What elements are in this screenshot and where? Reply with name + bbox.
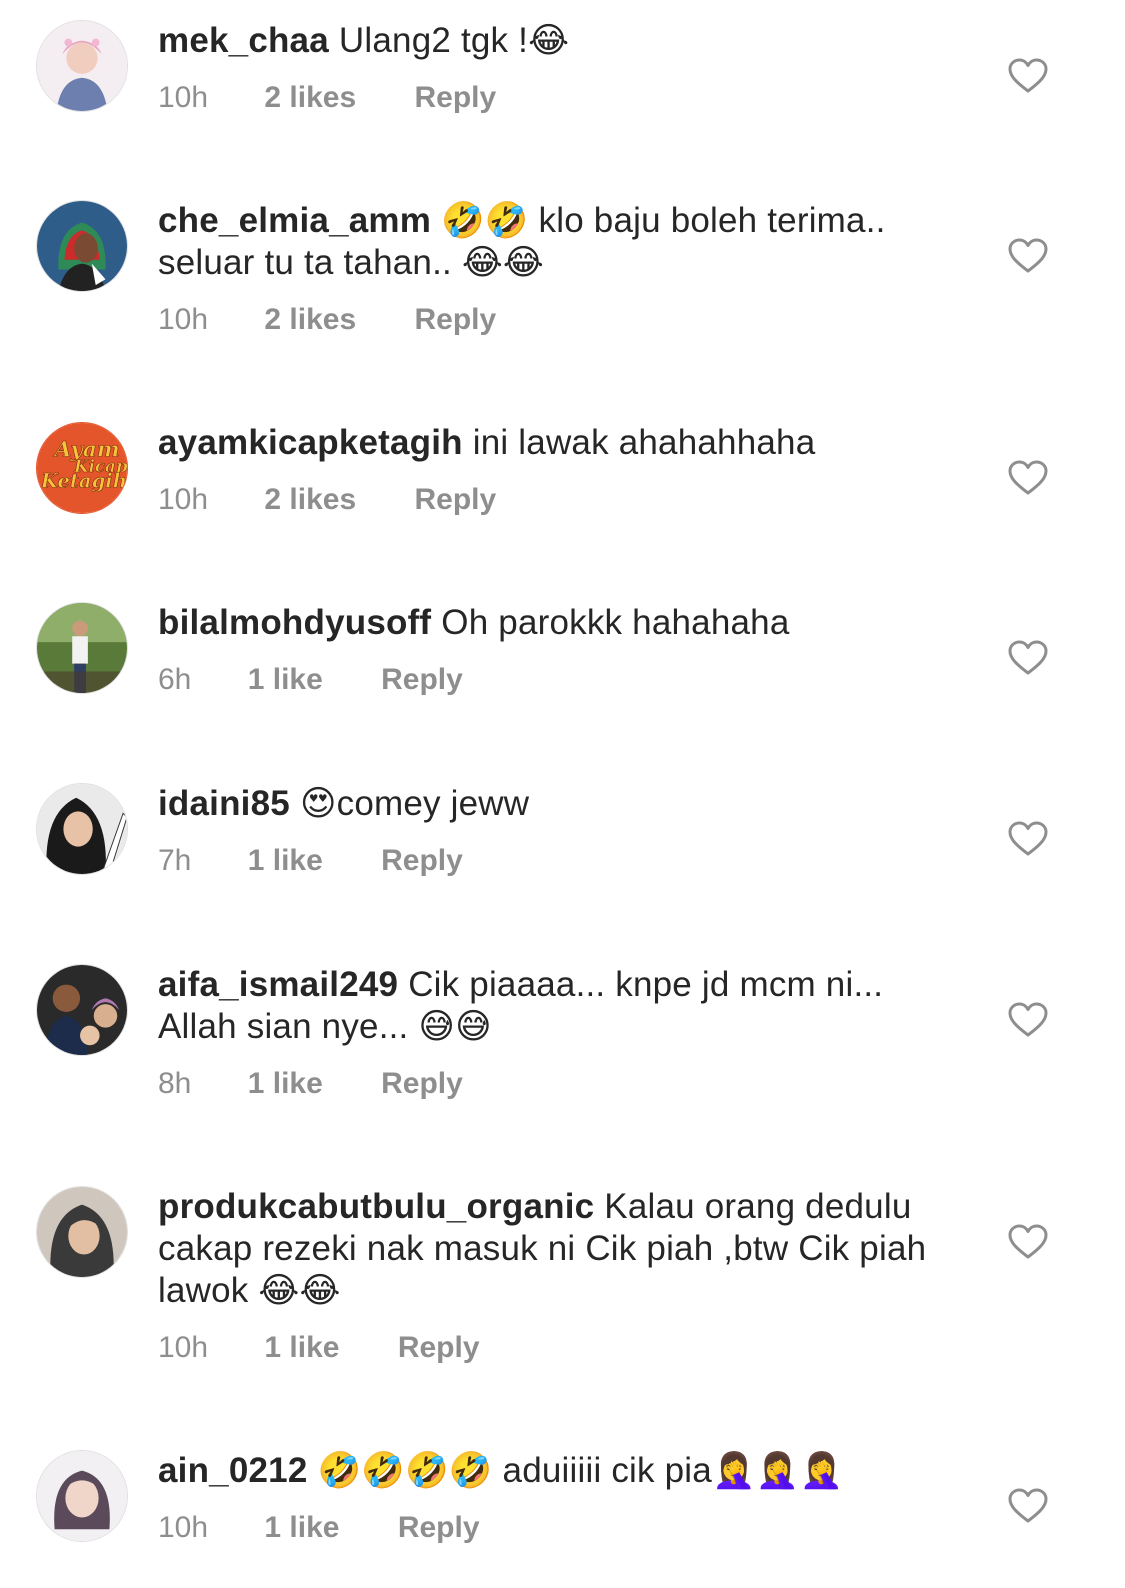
comment-username[interactable]: che_elmia_amm bbox=[158, 201, 431, 240]
avatar-logo-icon: Ayam Kicap Ketagih bbox=[37, 423, 127, 513]
like-button[interactable] bbox=[1008, 1488, 1048, 1524]
like-button[interactable] bbox=[1008, 58, 1048, 94]
comment-username[interactable]: mek_chaa bbox=[158, 21, 329, 60]
reply-button[interactable]: Reply bbox=[381, 843, 463, 879]
comment-body: Ulang2 tgk !😂 bbox=[338, 21, 570, 60]
heart-outline-icon bbox=[1008, 1488, 1048, 1523]
comment-list: mek_chaaUlang2 tgk !😂 10h 2 likes Reply bbox=[0, 0, 1125, 1588]
comment-time: 10h bbox=[158, 303, 209, 336]
avatar-photo-icon bbox=[37, 21, 127, 111]
comment-time: 7h bbox=[158, 844, 192, 877]
heart-outline-icon bbox=[1008, 640, 1048, 675]
reply-button[interactable]: Reply bbox=[415, 482, 497, 518]
avatar[interactable] bbox=[36, 1186, 128, 1278]
avatar[interactable]: Ayam Kicap Ketagih bbox=[36, 422, 128, 514]
comment-text: aifa_ismail249 Cik piaaaa... knpe jd mcm … bbox=[158, 964, 958, 1048]
comment-likes[interactable]: 2 likes bbox=[264, 482, 356, 518]
avatar[interactable] bbox=[36, 602, 128, 694]
comment-meta: 10h 1 like Reply bbox=[158, 1330, 958, 1366]
comment-likes[interactable]: 2 likes bbox=[264, 80, 356, 116]
comment-meta: 6h 1 like Reply bbox=[158, 662, 958, 698]
comment-meta: 7h 1 like Reply bbox=[158, 843, 958, 879]
comment-text: che_elmia_amm 🤣🤣 klo baju boleh terima.. … bbox=[158, 200, 958, 284]
comment-likes[interactable]: 1 like bbox=[248, 1066, 323, 1102]
heart-outline-icon bbox=[1008, 460, 1048, 495]
reply-button[interactable]: Reply bbox=[415, 302, 497, 338]
comment-text: produkcabutbulu_organic Kalau orang dedul… bbox=[158, 1186, 958, 1312]
comment-meta: 8h 1 like Reply bbox=[158, 1066, 958, 1102]
comment-time: 6h bbox=[158, 663, 192, 696]
comment-body: Oh parokkk hahahaha bbox=[441, 603, 790, 642]
reply-button[interactable]: Reply bbox=[398, 1330, 480, 1366]
avatar[interactable] bbox=[36, 1450, 128, 1542]
comment-meta: 10h 1 like Reply bbox=[158, 1510, 958, 1546]
comment-username[interactable]: idaini85 bbox=[158, 784, 290, 823]
heart-outline-icon bbox=[1008, 1224, 1048, 1259]
like-button[interactable] bbox=[1008, 460, 1048, 496]
avatar-photo-icon bbox=[37, 1451, 127, 1541]
reply-button[interactable]: Reply bbox=[381, 1066, 463, 1102]
avatar[interactable] bbox=[36, 20, 128, 112]
comment-body: ini lawak ahahahhaha bbox=[472, 423, 816, 462]
comment-text: ain_0212 🤣🤣🤣🤣 aduiiiii cik pia🤦‍♀️🤦‍♀️🤦‍♀… bbox=[158, 1450, 958, 1492]
heart-outline-icon bbox=[1008, 238, 1048, 273]
like-button[interactable] bbox=[1008, 821, 1048, 857]
like-button[interactable] bbox=[1008, 1224, 1048, 1260]
comment-text: idaini85 😍comey jeww bbox=[158, 783, 958, 825]
avatar-photo-icon bbox=[37, 1187, 127, 1277]
comment-meta: 10h 2 likes Reply bbox=[158, 302, 958, 338]
like-button[interactable] bbox=[1008, 238, 1048, 274]
avatar-illustration-icon bbox=[37, 201, 127, 291]
avatar-photo-icon bbox=[37, 784, 127, 874]
avatar-photo-icon bbox=[37, 965, 127, 1055]
comment-username[interactable]: ain_0212 bbox=[158, 1451, 308, 1490]
reply-button[interactable]: Reply bbox=[415, 80, 497, 116]
comment-body: 🤣🤣🤣🤣 aduiiiii cik pia🤦‍♀️🤦‍♀️🤦‍♀️ bbox=[317, 1451, 844, 1490]
reply-button[interactable]: Reply bbox=[381, 662, 463, 698]
comment-time: 10h bbox=[158, 1331, 209, 1364]
comment-username[interactable]: aifa_ismail249 bbox=[158, 965, 398, 1004]
like-button[interactable] bbox=[1008, 1002, 1048, 1038]
comment-time: 8h bbox=[158, 1067, 192, 1100]
like-button[interactable] bbox=[1008, 640, 1048, 676]
comment-username[interactable]: bilalmohdyusoff bbox=[158, 603, 431, 642]
comment-likes[interactable]: 1 like bbox=[248, 843, 323, 879]
comment-likes[interactable]: 2 likes bbox=[264, 302, 356, 338]
comment-likes[interactable]: 1 like bbox=[264, 1510, 339, 1546]
avatar[interactable] bbox=[36, 200, 128, 292]
avatar[interactable] bbox=[36, 964, 128, 1056]
comment-username[interactable]: produkcabutbulu_organic bbox=[158, 1187, 594, 1226]
comment-time: 10h bbox=[158, 81, 209, 114]
avatar[interactable] bbox=[36, 783, 128, 875]
heart-outline-icon bbox=[1008, 58, 1048, 93]
comment-likes[interactable]: 1 like bbox=[248, 662, 323, 698]
comment-time: 10h bbox=[158, 483, 209, 516]
logo-line-3: Ketagih bbox=[40, 470, 127, 493]
comment-likes[interactable]: 1 like bbox=[264, 1330, 339, 1366]
heart-outline-icon bbox=[1008, 821, 1048, 856]
comment-body: 😍comey jeww bbox=[299, 784, 530, 823]
avatar-photo-icon bbox=[37, 603, 127, 693]
comment-text: ayamkicapketagih ini lawak ahahahhaha bbox=[158, 422, 958, 464]
comment-text: bilalmohdyusoff Oh parokkk hahahaha bbox=[158, 602, 958, 644]
comment-time: 10h bbox=[158, 1511, 209, 1544]
comment-meta: 10h 2 likes Reply bbox=[158, 482, 958, 518]
comment-text: mek_chaa Ulang2 tgk !😂 bbox=[158, 20, 958, 62]
reply-button[interactable]: Reply bbox=[398, 1510, 480, 1546]
comment-meta: 10h 2 likes Reply bbox=[158, 80, 958, 116]
comment-username[interactable]: ayamkicapketagih bbox=[158, 423, 463, 462]
heart-outline-icon bbox=[1008, 1002, 1048, 1037]
